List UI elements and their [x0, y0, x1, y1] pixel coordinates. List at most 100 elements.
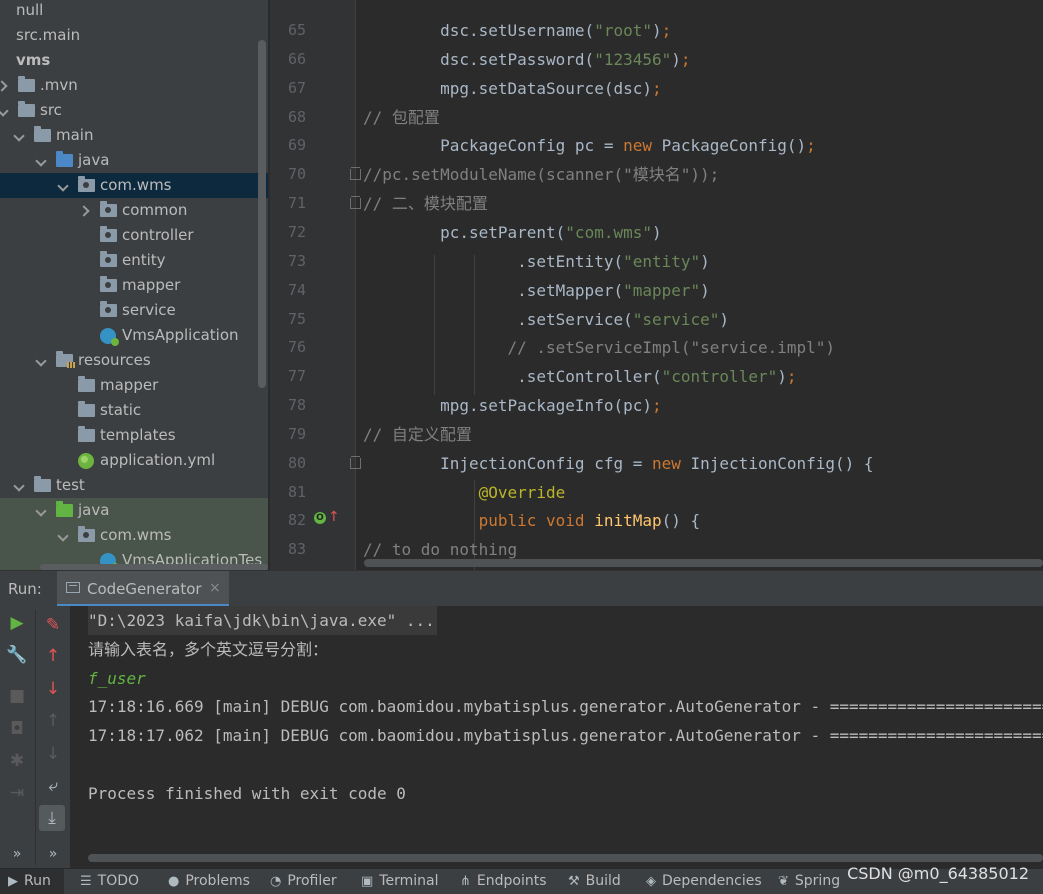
tree-item-application-yml[interactable]: application.yml: [0, 448, 268, 473]
tree-item-static[interactable]: static: [0, 398, 268, 423]
code-line[interactable]: 68 // 包配置: [270, 103, 1043, 132]
toolwindow-terminal[interactable]: ▣ Terminal: [353, 869, 443, 894]
code-line[interactable]: 72 pc.setParent("com.wms"): [270, 218, 1043, 247]
wrench-icon[interactable]: 🔧: [4, 642, 30, 668]
play-icon[interactable]: ▶: [4, 610, 30, 636]
folder-icon: [56, 151, 73, 167]
chevron-down-icon[interactable]: [58, 173, 70, 198]
toolwindow-profiler[interactable]: ◔ Profiler: [262, 869, 344, 894]
tree-item-templates[interactable]: templates: [0, 423, 268, 448]
more-actions-icon[interactable]: »: [40, 841, 66, 867]
code-editor[interactable]: 65 dsc.setUsername("root"); 66 dsc.setPas…: [270, 0, 1043, 570]
chevron-down-icon[interactable]: [0, 98, 10, 123]
camera-icon[interactable]: ◘: [4, 716, 30, 742]
code-line[interactable]: 77 .setController("controller");: [270, 362, 1043, 391]
code-line[interactable]: 74 .setMapper("mapper"): [270, 276, 1043, 305]
code-line[interactable]: 66 dsc.setPassword("123456");: [270, 45, 1043, 74]
settings-icon[interactable]: ✱: [4, 748, 30, 774]
stop-icon[interactable]: ■: [4, 683, 30, 709]
code-line[interactable]: 78 mpg.setPackageInfo(pc);: [270, 391, 1043, 420]
chevron-right-icon[interactable]: [0, 73, 10, 98]
toolwindow-problems[interactable]: ● Problems: [160, 869, 252, 894]
code-line[interactable]: 65 dsc.setUsername("root");: [270, 16, 1043, 45]
toolwindow-build[interactable]: ⚒ Build: [560, 869, 630, 894]
chevron-down-icon[interactable]: [58, 523, 70, 548]
tree-item-controller[interactable]: controller: [0, 223, 268, 248]
code-line[interactable]: 75 .setService("service"): [270, 305, 1043, 334]
tree-item-label: static: [100, 401, 142, 419]
console-horizontal-scrollbar[interactable]: [88, 854, 1043, 862]
tree-item-label: test: [56, 476, 85, 494]
line-number: 82: [287, 511, 306, 530]
tree-item-java[interactable]: java: [0, 148, 268, 173]
project-tree[interactable]: null src.main vms .mvn src main java com.wms com…: [0, 0, 268, 570]
code-line[interactable]: 71 // 二、模块配置: [270, 189, 1043, 218]
soft-wrap-icon[interactable]: ⤶: [40, 773, 66, 799]
stop-console-icon[interactable]: ✎: [40, 612, 66, 638]
scroll-up-icon[interactable]: ↑: [40, 708, 66, 734]
chevron-down-icon[interactable]: [36, 498, 48, 523]
chevron-right-icon[interactable]: [80, 198, 92, 223]
tree-item-null[interactable]: null: [0, 0, 268, 23]
toolwindow-dependencies[interactable]: ◈ Dependencies: [638, 869, 762, 894]
code-line[interactable]: 69 PackageConfig pc = new PackageConfig(…: [270, 131, 1043, 160]
toolwindow-endpoints[interactable]: ⋔ Endpoints: [452, 869, 552, 894]
tree-item-test[interactable]: test: [0, 473, 268, 498]
exit-icon[interactable]: ⇥: [4, 780, 30, 806]
toolwindow-run[interactable]: ▶ Run: [0, 869, 64, 894]
chevron-down-icon[interactable]: [36, 148, 48, 173]
code-text: dsc.setUsername("root");: [363, 21, 672, 40]
code-line[interactable]: 79 // 自定义配置: [270, 420, 1043, 449]
editor-horizontal-scrollbar[interactable]: [364, 559, 1043, 567]
tree-item-mapper[interactable]: mapper: [0, 373, 268, 398]
code-line[interactable]: 81 @Override: [270, 478, 1043, 507]
code-line[interactable]: 70 //pc.setModuleName(scanner("模块名"));: [270, 160, 1043, 189]
fold-marker-icon[interactable]: [350, 455, 361, 469]
code-line[interactable]: 73 .setEntity("entity"): [270, 247, 1043, 276]
tree-item-common[interactable]: common: [0, 198, 268, 223]
tree-item-label: .mvn: [40, 76, 78, 94]
code-line[interactable]: 76 // .setServiceImpl("service.impl"): [270, 333, 1043, 362]
tree-item-src[interactable]: src: [0, 98, 268, 123]
tree-item-vms[interactable]: vms: [0, 48, 268, 73]
code-line[interactable]: 82 public void initMap() {: [270, 506, 1043, 535]
fold-marker-icon[interactable]: [350, 196, 361, 210]
tree-item-label: com.wms: [100, 176, 172, 194]
folder-icon: [78, 426, 95, 442]
console-output[interactable]: "D:\2023 kaifa\jdk\bin\java.exe" ... 请输入表…: [70, 606, 1043, 868]
down-arrow-icon[interactable]: ↓: [40, 676, 66, 702]
code-line[interactable]: 80 InjectionConfig cfg = new InjectionCo…: [270, 449, 1043, 478]
tree-item-com-wms[interactable]: com.wms: [0, 523, 268, 548]
tab-label: CodeGenerator: [87, 580, 202, 598]
tree-item-src-main[interactable]: src.main: [0, 23, 268, 48]
tree-item--mvn[interactable]: .mvn: [0, 73, 268, 98]
scroll-down-icon[interactable]: ↓: [40, 741, 66, 767]
more-icon[interactable]: »: [4, 841, 30, 867]
scroll-to-end-icon[interactable]: ⤓: [39, 805, 65, 831]
tree-vertical-scrollbar[interactable]: [258, 40, 266, 388]
toolwindow-todo[interactable]: ☰ TODO: [72, 869, 152, 894]
tree-item-service[interactable]: service: [0, 298, 268, 323]
code-text: mpg.setDataSource(dsc);: [363, 78, 662, 98]
tree-item-java[interactable]: java: [0, 498, 268, 523]
chevron-down-icon[interactable]: [14, 473, 26, 498]
tree-item-resources[interactable]: resources: [0, 348, 268, 373]
chevron-down-icon[interactable]: [14, 123, 26, 148]
chevron-down-icon[interactable]: [36, 348, 48, 373]
tab-code-generator[interactable]: CodeGenerator ×: [57, 571, 229, 607]
tree-item-label: VmsApplication: [122, 326, 239, 344]
package-icon: [100, 201, 117, 217]
tree-item-entity[interactable]: entity: [0, 248, 268, 273]
code-text: mpg.setPackageInfo(pc);: [363, 396, 662, 416]
tree-item-mapper[interactable]: mapper: [0, 273, 268, 298]
tree-item-vmsapplication[interactable]: VmsApplication: [0, 323, 268, 348]
console-line: 17:18:17.062 [main] DEBUG com.baomidou.m…: [88, 726, 1043, 746]
tree-item-main[interactable]: main: [0, 123, 268, 148]
up-arrow-icon[interactable]: ↑: [40, 643, 66, 669]
close-tab-icon[interactable]: ×: [209, 580, 221, 596]
fold-marker-icon[interactable]: [350, 167, 361, 181]
toolwindow-spring[interactable]: ❦ Spring: [770, 869, 840, 894]
tree-item-com-wms[interactable]: com.wms: [0, 173, 268, 198]
code-line[interactable]: 67 mpg.setDataSource(dsc);: [270, 74, 1043, 103]
override-method-marker[interactable]: O ↑: [314, 510, 340, 528]
